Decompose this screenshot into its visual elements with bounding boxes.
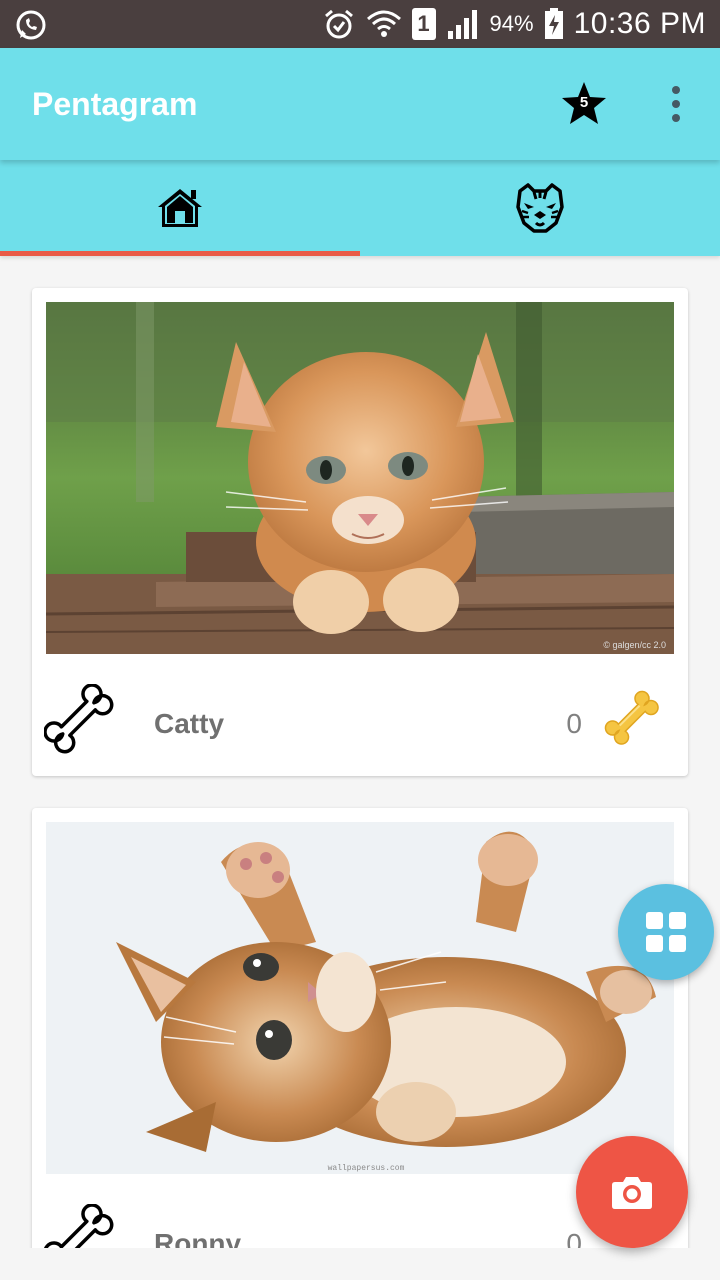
tab-profile[interactable] <box>360 160 720 256</box>
pet-name: Catty <box>154 708 225 739</box>
overflow-dot <box>672 114 680 122</box>
pet-card-footer: Catty 0 <box>32 654 688 776</box>
whatsapp-icon <box>14 8 48 42</box>
camera-button[interactable] <box>576 1136 688 1248</box>
battery-charging-icon <box>544 8 564 40</box>
clock: 10:36 PM <box>573 7 706 40</box>
likes-indicator <box>604 690 668 754</box>
app-bar: Pentagram 5 <box>0 48 720 160</box>
photo-credit: wallpapersus.com <box>328 1164 405 1173</box>
alarm-icon <box>322 7 356 41</box>
battery-percent: 94% <box>489 11 534 36</box>
status-bar: 1 94% 10:36 PM <box>0 0 720 48</box>
camera-icon <box>612 1177 652 1209</box>
photo-credit: © galgen/cc 2.0 <box>603 640 666 650</box>
pet-photo[interactable]: © galgen/cc 2.0 <box>46 302 674 654</box>
like-button[interactable] <box>43 1203 124 1248</box>
pet-card: © galgen/cc 2.0 Catty 0 <box>32 288 688 776</box>
pet-photo[interactable]: wallpapersus.com <box>46 822 674 1174</box>
overflow-dot <box>672 100 680 108</box>
favorites-button[interactable]: 5 <box>558 78 610 130</box>
like-button[interactable] <box>43 683 124 764</box>
home-icon <box>158 189 202 227</box>
grid-view-button[interactable] <box>618 884 714 980</box>
screen: 1 94% 10:36 PM Pentagram 5 © galgen/cc 2… <box>0 0 720 1280</box>
tab-home[interactable] <box>0 160 360 256</box>
like-count: 0 <box>566 1228 582 1248</box>
overflow-dot <box>672 86 680 94</box>
pet-list[interactable]: © galgen/cc 2.0 Catty 0 wallpapersus.com… <box>0 256 720 1248</box>
bottom-edge <box>0 1248 720 1280</box>
like-count: 0 <box>566 708 582 739</box>
favorites-count: 5 <box>579 94 589 111</box>
bone-outline-icon <box>43 1203 114 1248</box>
grid-icon <box>646 912 686 952</box>
signal-icon <box>446 9 480 39</box>
tab-bar <box>0 160 720 256</box>
pet-name: Ronny <box>154 1228 242 1248</box>
bone-gold-icon <box>604 690 659 745</box>
bone-outline-icon <box>43 683 114 754</box>
sim-icon: 1 <box>411 8 436 40</box>
wifi-icon <box>366 7 402 41</box>
tiger-face-icon <box>516 183 564 233</box>
tab-indicator <box>0 251 360 256</box>
overflow-menu-button[interactable] <box>658 78 694 130</box>
app-title: Pentagram <box>32 86 198 122</box>
